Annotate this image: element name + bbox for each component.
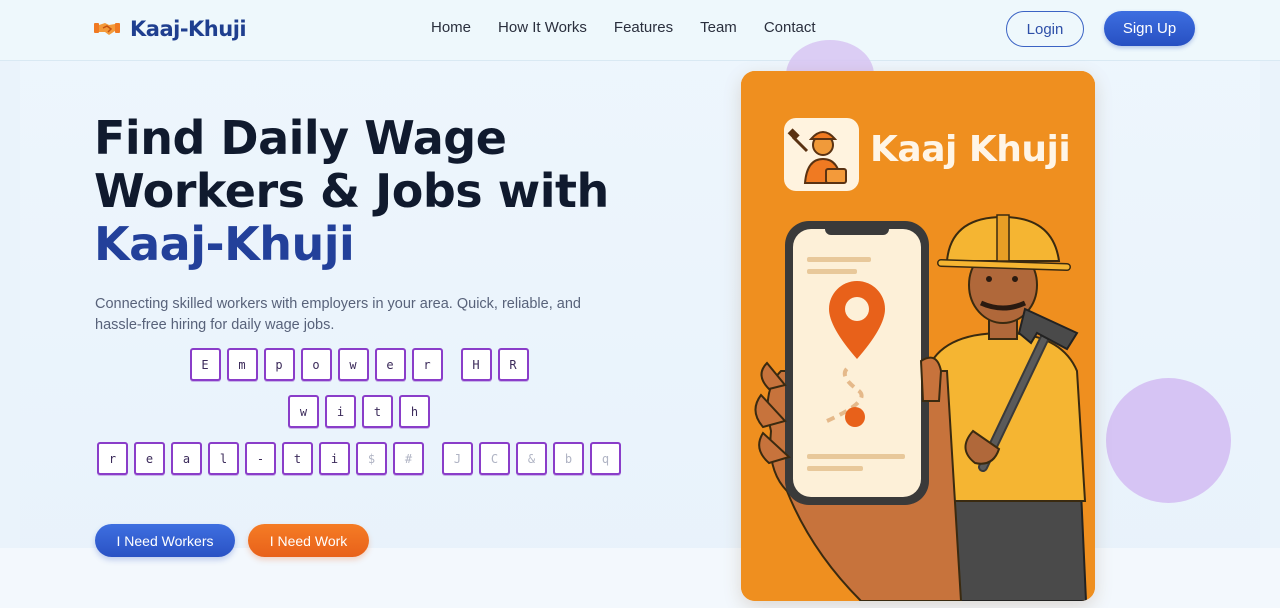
typing-char-box: J <box>442 442 473 475</box>
navbar: Kaaj-Khuji Home How It Works Features Te… <box>0 0 1280 61</box>
typing-char-box: w <box>337 348 369 381</box>
typing-animation: Em p o w e r H Rw i t h r e a l - t i $ # J C & b q <box>80 348 644 489</box>
nav-home[interactable]: Home <box>431 19 471 36</box>
word-gap <box>430 442 442 477</box>
promo-illustration-card: Kaaj Khuji <box>741 71 1095 601</box>
hero-title-brand: Kaaj-Khuji <box>94 217 355 271</box>
brand-logo[interactable]: Kaaj-Khuji <box>94 16 247 42</box>
typing-char-box: w <box>288 395 319 428</box>
typing-char-box: # <box>393 442 424 475</box>
typing-char-box: - <box>245 442 276 475</box>
typing-char-box: e <box>134 442 165 475</box>
handshake-icon <box>94 19 120 39</box>
typing-char-box: r <box>411 348 443 381</box>
need-workers-button[interactable]: I Need Workers <box>95 524 235 557</box>
nav-contact[interactable]: Contact <box>764 19 816 36</box>
typing-char-box: H <box>460 348 492 381</box>
typing-char-box: m <box>226 348 258 381</box>
hero-title-line-1: Find Daily Wage <box>94 111 507 165</box>
nav-how-it-works[interactable]: How It Works <box>498 19 587 36</box>
word-gap <box>449 348 461 383</box>
typing-char-box: l <box>208 442 239 475</box>
typing-line: EmpowerHR <box>80 348 644 383</box>
hero-title-line-2: Workers & Jobs with <box>94 164 609 218</box>
typing-char-box: q <box>590 442 621 475</box>
typing-char-box: e <box>374 348 406 381</box>
nav-links: Home How It Works Features Team Contact <box>431 19 843 36</box>
need-work-button[interactable]: I Need Work <box>248 524 369 557</box>
typing-char-box: a <box>171 442 202 475</box>
typing-line: with <box>80 395 644 430</box>
hero-subtitle: Connecting skilled workers with employer… <box>95 296 581 333</box>
typing-char-box: t <box>362 395 393 428</box>
typing-line: r e a l - t i $ # J C & b q <box>80 442 644 477</box>
decorative-blob-right <box>1106 378 1231 503</box>
brand-name: Kaaj-Khuji <box>130 17 247 41</box>
typing-char-box: R <box>497 348 529 381</box>
typing-char-box: o <box>300 348 332 381</box>
typing-char-box: p <box>263 348 295 381</box>
worker-logo-icon <box>784 118 859 191</box>
nav-team[interactable]: Team <box>700 19 737 36</box>
typing-char-box: t <box>282 442 313 475</box>
typing-char-box: h <box>399 395 430 428</box>
signup-button[interactable]: Sign Up <box>1104 11 1195 46</box>
nav-features[interactable]: Features <box>614 19 673 36</box>
typing-char-box: $ <box>356 442 387 475</box>
login-button[interactable]: Login <box>1006 11 1084 47</box>
typing-char-box: C <box>479 442 510 475</box>
typing-char-box: r <box>97 442 128 475</box>
promo-app-name: Kaaj Khuji <box>870 129 1071 170</box>
typing-char-box: b <box>553 442 584 475</box>
typing-char-box: & <box>516 442 547 475</box>
typing-char-box: i <box>319 442 350 475</box>
typing-char-box: i <box>325 395 356 428</box>
hero-title: Find Daily Wage Workers & Jobs with Kaaj… <box>94 112 654 271</box>
typing-char-box: E <box>189 348 221 381</box>
